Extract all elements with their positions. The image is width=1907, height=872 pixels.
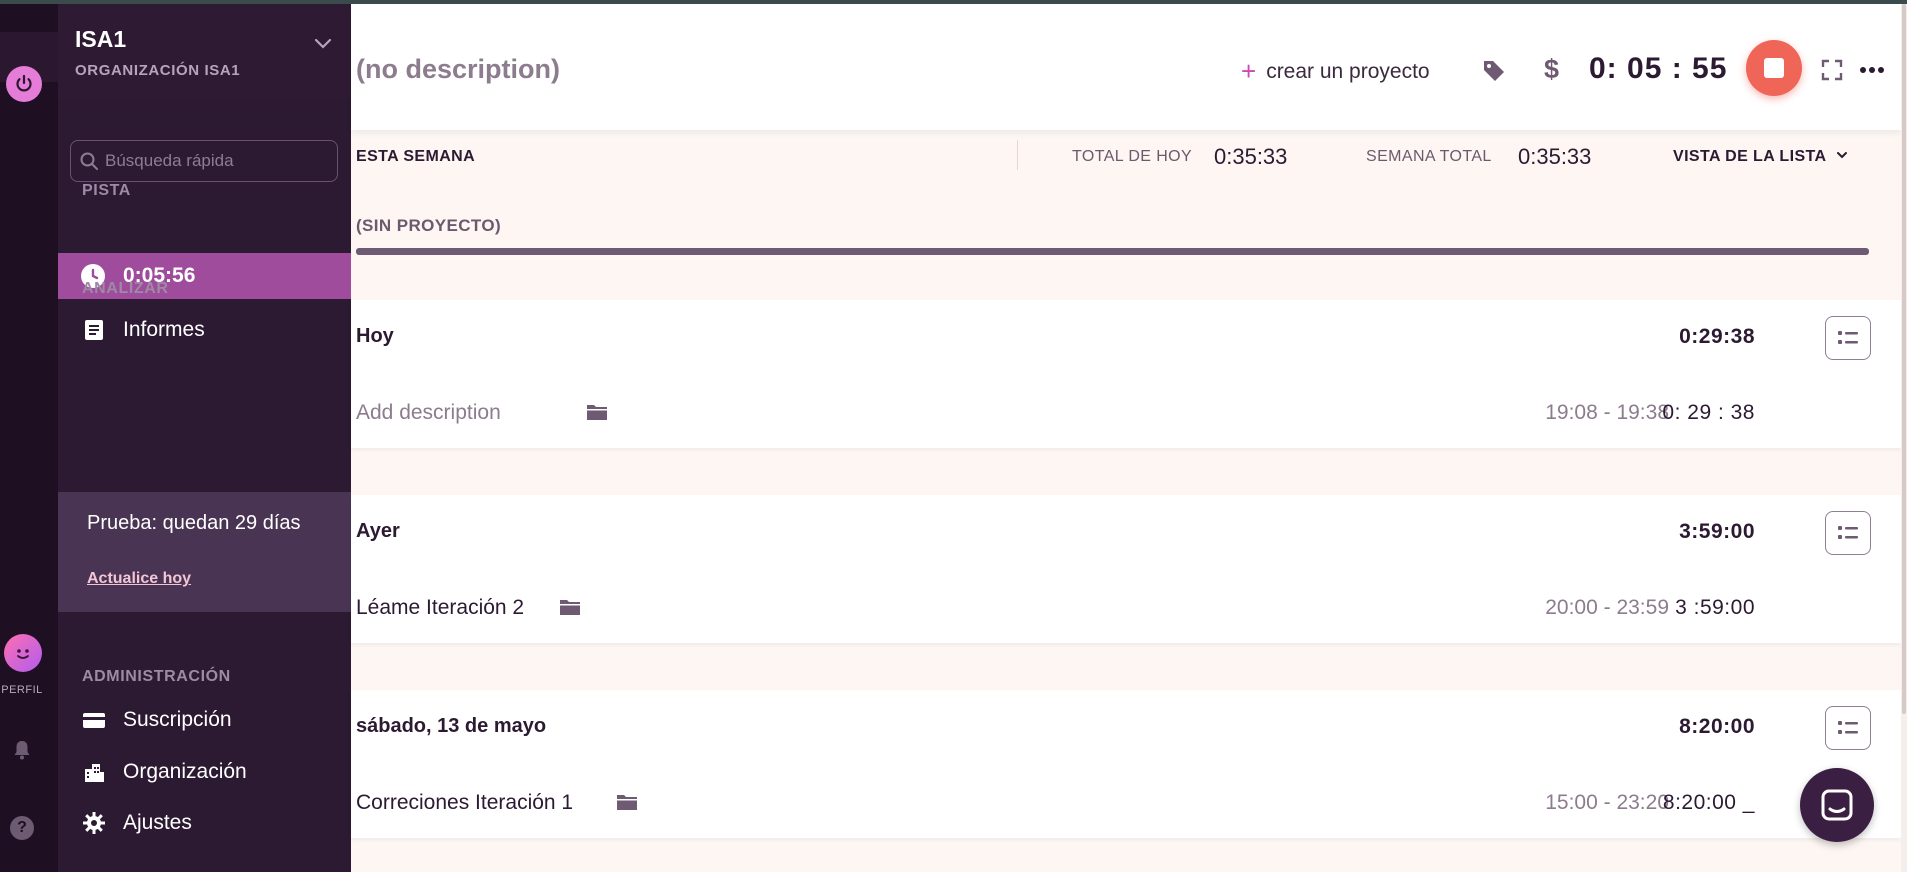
sidebar-item-settings-label: Ajustes [123, 811, 192, 834]
bell-icon[interactable] [10, 738, 34, 762]
list-icon[interactable] [1825, 706, 1871, 750]
entry-duration[interactable]: 8:20:00 _ [1663, 791, 1755, 815]
search-icon [79, 151, 99, 171]
view-selector-label: VISTA DE LA LISTA [1673, 148, 1826, 165]
sidebar-item-subscription[interactable]: Suscripción [58, 700, 351, 740]
icon-rail: PERFIL ? [0, 4, 58, 872]
building-icon [82, 760, 106, 784]
day-name: Hoy [356, 325, 394, 347]
profile-label[interactable]: PERFIL [0, 684, 44, 696]
organization-name: ISA1 [75, 26, 127, 52]
entry-description[interactable]: Léame Iteración 2 [356, 596, 524, 620]
entry-time-range[interactable]: 15:00 - 23:20 [1545, 791, 1669, 815]
sidebar-item-settings[interactable]: Ajustes [58, 803, 351, 843]
sidebar-item-reports-label: Informes [123, 318, 205, 341]
day-group-today: Hoy 0:29:38 Add description 19:08 - 19:3… [351, 300, 1901, 448]
trial-banner: Prueba: quedan 29 días Actualice hoy [58, 492, 351, 612]
today-total-value: 0:35:33 [1214, 144, 1288, 169]
day-name: Ayer [356, 520, 400, 542]
more-icon[interactable] [1859, 60, 1885, 80]
organization-switcher[interactable]: ISA1 ORGANIZACIÓN ISA1 [58, 4, 351, 100]
week-summary: ESTA SEMANA TOTAL DE HOY 0:35:33 SEMANA … [351, 130, 1901, 178]
section-label-analyze: ANALIZAR [82, 280, 169, 297]
scrollbar[interactable] [1901, 4, 1907, 872]
project-breakdown-bar[interactable] [356, 248, 1869, 255]
trial-text: Prueba: quedan 29 días [87, 512, 301, 534]
search-placeholder: Búsqueda rápida [105, 151, 234, 170]
project-breakdown-label: (SIN PROYECTO) [356, 216, 502, 235]
upgrade-link[interactable]: Actualice hoy [87, 570, 191, 588]
day-total: 3:59:00 [1679, 520, 1755, 543]
entry-duration[interactable]: 3 :59:00 [1675, 596, 1755, 620]
stop-button[interactable] [1746, 40, 1802, 96]
chevron-down-icon [1836, 152, 1847, 159]
gear-icon [82, 811, 106, 835]
day-group-yesterday: Ayer 3:59:00 Léame Iteración 2 20:00 - 2… [351, 495, 1901, 643]
entry-time-range[interactable]: 19:08 - 19:38 [1545, 401, 1669, 425]
billable-toggle[interactable]: $ [1544, 54, 1559, 85]
folder-icon[interactable] [586, 402, 608, 422]
divider [1017, 140, 1018, 170]
day-total: 0:29:38 [1679, 325, 1755, 348]
running-timer: 0: 05 : 55 [1589, 52, 1728, 85]
entry-duration[interactable]: 0: 29 : 38 [1662, 401, 1755, 425]
sidebar: ISA1 ORGANIZACIÓN ISA1 Búsqueda rápida P… [58, 4, 351, 872]
week-total-value: 0:35:33 [1518, 144, 1592, 169]
plus-icon: + [1241, 56, 1257, 86]
entry-description[interactable]: Add description [356, 401, 501, 425]
organization-subtitle: ORGANIZACIÓN ISA1 [75, 62, 241, 79]
chevron-down-icon[interactable] [312, 32, 334, 54]
section-label-track: PISTA [82, 182, 131, 199]
avatar[interactable] [4, 634, 42, 672]
main-content: (no description) + crear un proyecto $ 0:… [351, 4, 1901, 872]
week-label: ESTA SEMANA [356, 148, 476, 165]
entry-description[interactable]: Correciones Iteración 1 [356, 791, 573, 815]
day-group-saturday: sábado, 13 de mayo 8:20:00 Correciones I… [351, 690, 1901, 838]
week-total-label: SEMANA TOTAL [1366, 148, 1492, 165]
create-project-label: crear un proyecto [1266, 60, 1430, 83]
sidebar-item-subscription-label: Suscripción [123, 708, 232, 731]
sidebar-item-organization[interactable]: Organización [58, 752, 351, 792]
folder-icon[interactable] [559, 597, 581, 617]
view-selector[interactable]: VISTA DE LA LISTA [1673, 148, 1849, 166]
list-icon[interactable] [1825, 511, 1871, 555]
card-icon [82, 708, 106, 732]
help-icon[interactable]: ? [10, 816, 34, 840]
search-input[interactable]: Búsqueda rápida [70, 140, 338, 182]
power-button-container [0, 32, 58, 102]
scrollbar-thumb[interactable] [1902, 4, 1906, 714]
create-project-button[interactable]: + crear un proyecto [1241, 56, 1430, 87]
timer-bar: (no description) + crear un proyecto $ 0:… [351, 4, 1901, 130]
report-icon [82, 318, 106, 342]
description-input[interactable]: (no description) [356, 54, 560, 85]
sidebar-item-organization-label: Organización [123, 760, 247, 783]
list-icon[interactable] [1825, 316, 1871, 360]
section-label-admin: ADMINISTRACIÓN [82, 668, 231, 685]
stop-icon [1764, 58, 1784, 78]
entry-time-range[interactable]: 20:00 - 23:59 [1545, 596, 1669, 620]
today-total-label: TOTAL DE HOY [1072, 148, 1193, 165]
power-icon[interactable] [6, 66, 42, 102]
tag-icon[interactable] [1481, 58, 1507, 84]
sidebar-item-reports[interactable]: Informes [58, 310, 351, 350]
window-top-border [0, 0, 1907, 4]
day-name: sábado, 13 de mayo [356, 715, 547, 737]
chat-icon[interactable] [1800, 768, 1874, 842]
expand-icon[interactable] [1820, 58, 1844, 82]
day-total: 8:20:00 [1679, 715, 1755, 738]
folder-icon[interactable] [616, 792, 638, 812]
